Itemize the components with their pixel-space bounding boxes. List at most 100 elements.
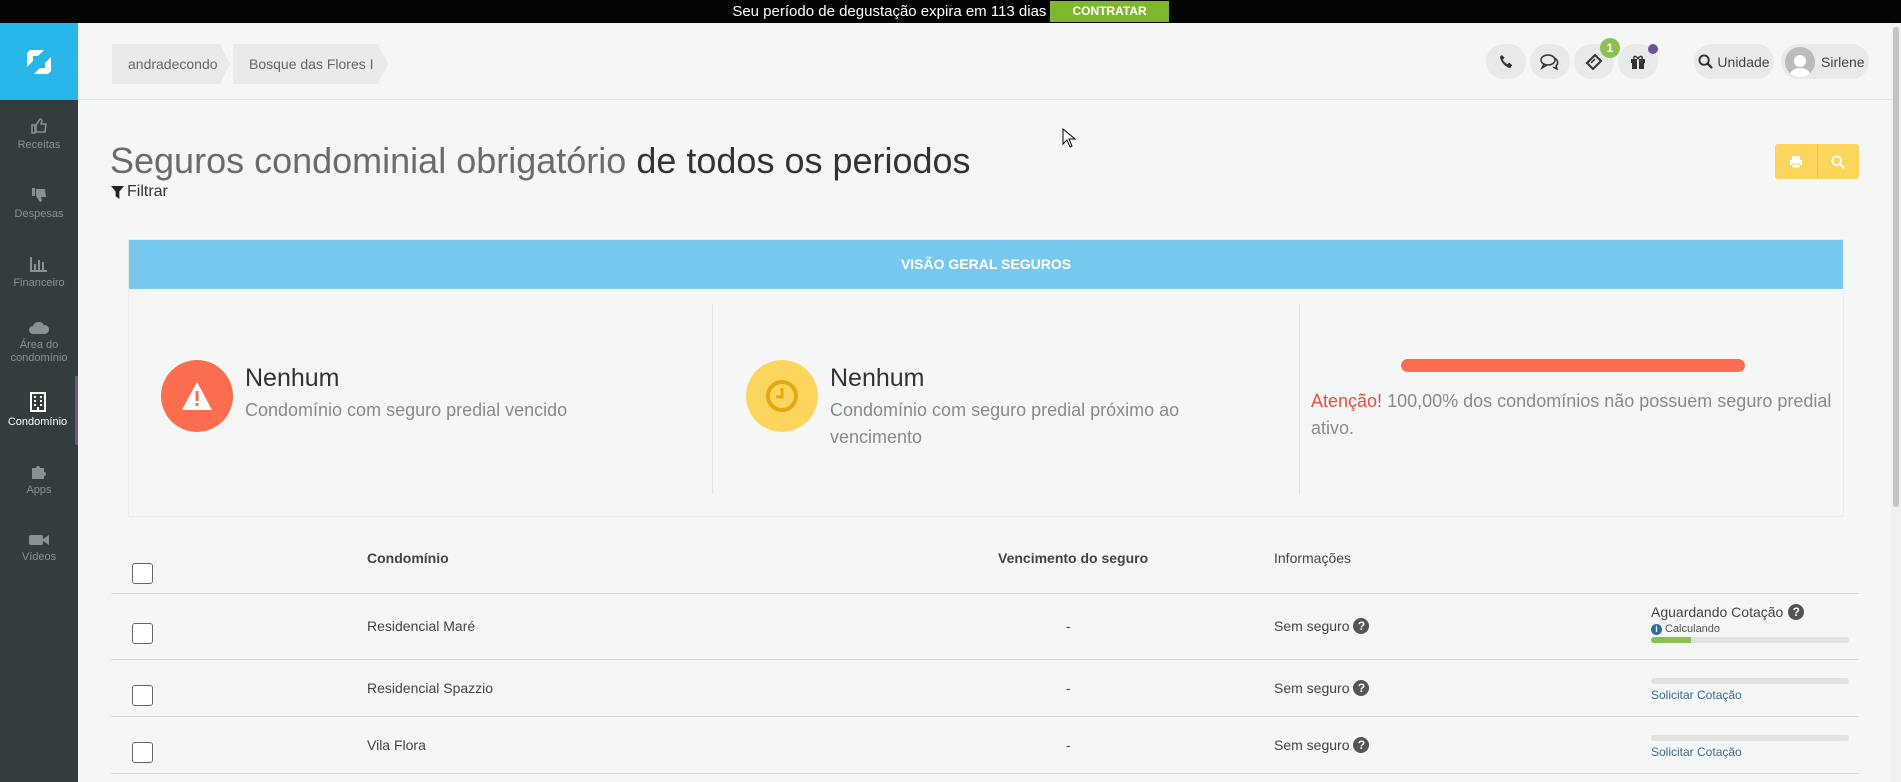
attention-message: Atenção! 100,00% dos condomínios não pos… bbox=[1311, 388, 1841, 442]
gift-button[interactable] bbox=[1618, 44, 1658, 79]
row-checkbox[interactable] bbox=[132, 742, 153, 763]
puzzle-icon bbox=[32, 466, 46, 479]
attention-text: 100,00% dos condomínios não possuem segu… bbox=[1311, 391, 1832, 438]
search-button[interactable] bbox=[1818, 144, 1860, 179]
expiring-count: Nenhum bbox=[830, 364, 925, 392]
video-camera-icon bbox=[29, 535, 49, 545]
quote-progress-fill bbox=[1651, 637, 1691, 643]
trial-banner: Seu período de degustação expira em 113 … bbox=[0, 0, 1901, 23]
contract-button[interactable]: CONTRATAR bbox=[1050, 1, 1169, 22]
scrollbar-thumb[interactable] bbox=[1893, 27, 1899, 507]
column-informacoes: Informações bbox=[1274, 550, 1352, 566]
print-icon bbox=[1789, 155, 1802, 168]
app-logo[interactable] bbox=[0, 23, 78, 100]
insurance-info: Sem seguro ? bbox=[1274, 737, 1370, 753]
insurance-expiry: - bbox=[1066, 680, 1071, 696]
thumbs-up-icon bbox=[31, 118, 47, 134]
insurance-info: Sem seguro ? bbox=[1274, 618, 1370, 634]
page-title-main: Seguros condominial obrigatório bbox=[110, 140, 627, 181]
new-indicator-dot bbox=[1648, 44, 1658, 54]
unit-search-button[interactable]: Unidade bbox=[1694, 44, 1774, 79]
sidebar-item-despesas[interactable]: Despesas bbox=[0, 169, 78, 238]
top-header: andradecondo Bosque das Flores I 1 Unida… bbox=[78, 23, 1901, 100]
expiring-insurance-card: Nenhum Condomínio com seguro predial pró… bbox=[714, 304, 1300, 494]
page-title-period: de todos os periodos bbox=[636, 140, 971, 181]
phone-icon bbox=[1499, 54, 1512, 69]
notification-badge: 1 bbox=[1600, 38, 1620, 58]
building-icon bbox=[29, 392, 46, 412]
request-quote-link[interactable]: Solicitar Cotação bbox=[1651, 688, 1849, 702]
help-icon[interactable]: ? bbox=[1788, 604, 1805, 620]
status-note-text: Calculando bbox=[1665, 623, 1721, 635]
sidebar: Receitas Despesas Financeiro Área do con… bbox=[0, 23, 78, 782]
chat-button[interactable] bbox=[1530, 44, 1570, 79]
gift-icon bbox=[1631, 55, 1645, 69]
condominium-name[interactable]: Residencial Spazzio bbox=[367, 680, 493, 696]
filter-icon bbox=[111, 185, 124, 199]
filter-label: Filtrar bbox=[127, 183, 168, 200]
search-icon bbox=[1831, 154, 1846, 169]
page-scrollbar[interactable] bbox=[1891, 23, 1901, 782]
help-icon[interactable]: ? bbox=[1353, 618, 1370, 634]
info-icon: i bbox=[1651, 623, 1662, 635]
uninsured-progress-bar bbox=[1401, 359, 1745, 372]
quote-status: Solicitar Cotação bbox=[1651, 678, 1849, 702]
page-tools bbox=[1775, 144, 1859, 179]
insurance-expiry: - bbox=[1066, 618, 1071, 634]
select-all-checkbox[interactable] bbox=[132, 563, 153, 584]
quote-progress-bar bbox=[1651, 678, 1849, 684]
condominium-name[interactable]: Residencial Maré bbox=[367, 618, 475, 634]
column-vencimento[interactable]: Vencimento do seguro bbox=[998, 550, 1148, 566]
sidebar-item-label: Receitas bbox=[17, 139, 61, 151]
uninsured-summary-card: Atenção! 100,00% dos condomínios não pos… bbox=[1301, 304, 1844, 494]
cloud-icon bbox=[29, 321, 50, 334]
expired-description: Condomínio com seguro predial vencido bbox=[245, 400, 568, 420]
expiring-description: Condomínio com seguro predial próximo ao… bbox=[830, 400, 1180, 447]
sidebar-item-label: Vídeos bbox=[21, 551, 57, 563]
info-text: Sem seguro bbox=[1274, 737, 1350, 753]
breadcrumb-condominium[interactable]: Bosque das Flores I bbox=[233, 44, 388, 84]
expired-count: Nenhum bbox=[245, 364, 340, 392]
sidebar-item-apps[interactable]: Apps bbox=[0, 445, 78, 514]
sidebar-item-videos[interactable]: Vídeos bbox=[0, 514, 78, 583]
condominium-name[interactable]: Vila Flora bbox=[367, 737, 426, 753]
sidebar-item-label: Apps bbox=[26, 484, 52, 496]
table-row: Residencial Maré - Sem seguro ? Aguardan… bbox=[111, 594, 1859, 660]
request-quote-link[interactable]: Solicitar Cotação bbox=[1651, 745, 1849, 759]
clock-icon bbox=[746, 360, 818, 432]
column-condominio[interactable]: Condomínio bbox=[367, 550, 449, 566]
filter-toggle[interactable]: Filtrar bbox=[111, 183, 168, 201]
quote-status: Solicitar Cotação bbox=[1651, 735, 1849, 759]
info-text: Sem seguro bbox=[1274, 680, 1350, 696]
user-silhouette-icon bbox=[1789, 54, 1811, 77]
avatar bbox=[1785, 46, 1815, 77]
tickets-button[interactable]: 1 bbox=[1574, 38, 1620, 79]
search-icon bbox=[1698, 54, 1714, 69]
table-row: Vila Flora - Sem seguro ? Solicitar Cota… bbox=[111, 717, 1859, 774]
status-note: i Calculando bbox=[1651, 623, 1849, 635]
sidebar-item-label: Despesas bbox=[14, 208, 64, 220]
page-title: Seguros condominial obrigatório de todos… bbox=[110, 140, 971, 182]
row-checkbox[interactable] bbox=[132, 623, 153, 644]
logo-icon bbox=[27, 49, 51, 74]
phone-button[interactable] bbox=[1486, 44, 1526, 79]
ticket-icon bbox=[1585, 53, 1603, 70]
sidebar-item-area-condominio[interactable]: Área do condomínio bbox=[0, 307, 78, 376]
row-checkbox[interactable] bbox=[132, 685, 153, 706]
print-button[interactable] bbox=[1775, 144, 1818, 179]
breadcrumb-account[interactable]: andradecondo bbox=[112, 44, 230, 84]
table-row: Residencial Spazzio - Sem seguro ? Solic… bbox=[111, 660, 1859, 717]
quote-progress-bar bbox=[1651, 637, 1849, 643]
bar-chart-icon bbox=[30, 257, 47, 272]
insurance-info: Sem seguro ? bbox=[1274, 680, 1370, 696]
sidebar-item-receitas[interactable]: Receitas bbox=[0, 100, 78, 169]
status-label: Aguardando Cotação bbox=[1651, 604, 1784, 620]
sidebar-item-condominio[interactable]: Condomínio bbox=[0, 376, 78, 445]
thumbs-down-icon bbox=[32, 188, 46, 202]
help-icon[interactable]: ? bbox=[1353, 680, 1370, 696]
help-icon[interactable]: ? bbox=[1353, 737, 1370, 753]
chat-icon bbox=[1540, 53, 1559, 70]
attention-label: Atenção! bbox=[1311, 391, 1383, 411]
user-menu[interactable]: Sirlene bbox=[1781, 44, 1869, 79]
sidebar-item-financeiro[interactable]: Financeiro bbox=[0, 238, 78, 307]
